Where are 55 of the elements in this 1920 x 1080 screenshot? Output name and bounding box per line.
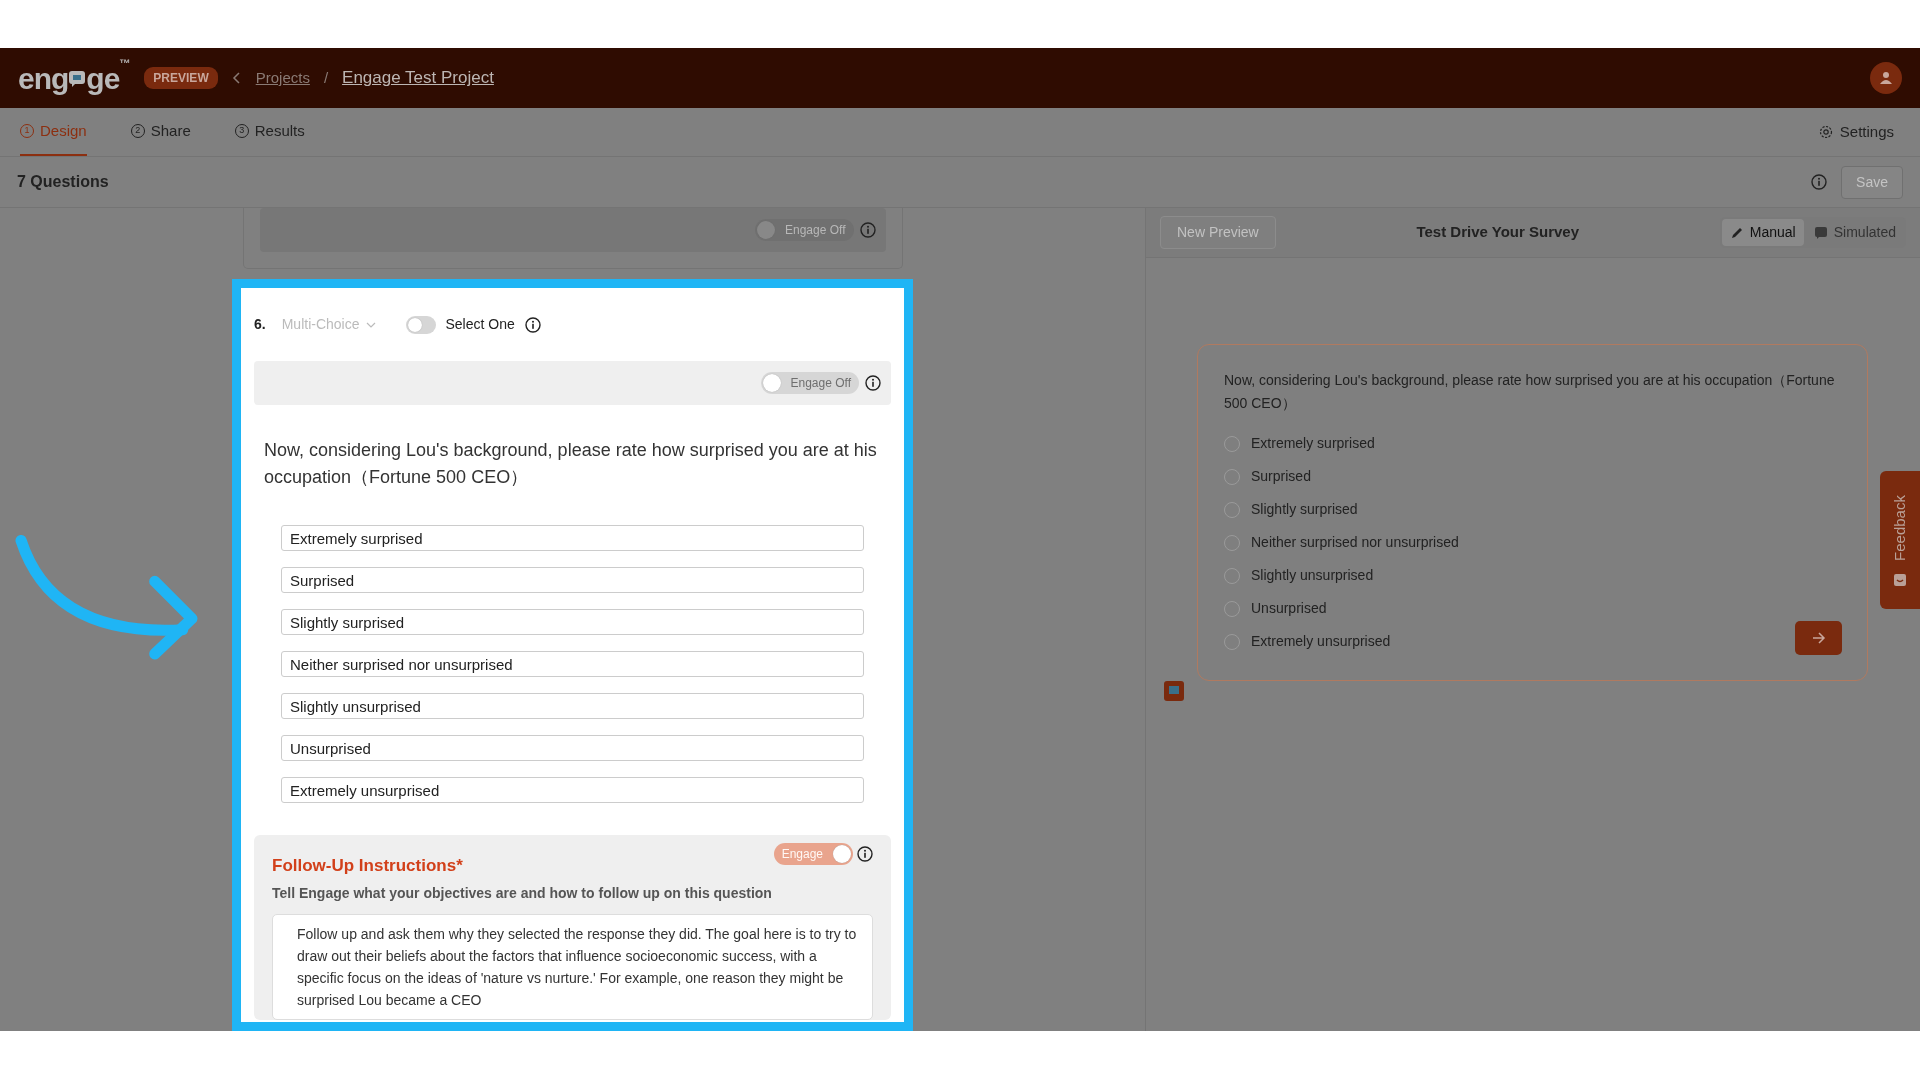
step-tab[interactable]: 1 Design: [20, 108, 87, 156]
option-label: Unsurprised: [1251, 599, 1327, 618]
user-icon: [1879, 71, 1893, 85]
option-label: Slightly surprised: [1251, 500, 1358, 519]
select-one-label: Select One: [445, 315, 515, 335]
arrow-right-icon: [1811, 632, 1826, 644]
question-text: Now, considering Lou's background, please rate how surprised you are at his occupation（Fortune 500 CEO）: [263, 439, 878, 490]
option-label: Neither surprised nor unsurprised: [1251, 533, 1459, 552]
step-tab[interactable]: 2 Share: [130, 108, 191, 156]
chat-bubble-icon: [68, 68, 87, 88]
option-field[interactable]: Neither surprised nor unsurprised: [281, 651, 864, 678]
option-field[interactable]: Extremely unsurprised: [281, 777, 864, 804]
breadcrumb-separator: /: [323, 67, 329, 88]
option-field[interactable]: Slightly unsurprised: [281, 693, 864, 720]
mode-tab[interactable]: Simulated: [1805, 219, 1904, 246]
settings-icon: [1817, 124, 1834, 140]
settings-button[interactable]: Settings: [1811, 108, 1900, 156]
follow-up-subtitle: Tell Engage what your objectives are and how to follow up on this question: [272, 883, 773, 903]
pencil-icon: [1729, 225, 1744, 240]
info-icon[interactable]: [857, 846, 873, 863]
instructions-field[interactable]: Follow up and ask them why they selected the response they did. The goal here is to try to draw out their beliefs about the factors that influence socioeconomic success, with a specific focus on the ideas of 'nature vs nurture.' For example, one reason they might be surprised Lou became a CEO: [272, 913, 873, 1020]
follow-up-title: Follow-Up Instructions*: [272, 855, 463, 878]
select-one-switch[interactable]: [405, 315, 436, 334]
option-label: Extremely surprised: [1251, 434, 1375, 453]
preview-question: Now, considering Lou's background, please rate how surprised you are at his occupation（Fortune 500 CEO）: [1224, 371, 1836, 413]
smile-icon: [1893, 573, 1907, 587]
option-label: Slightly unsurprised: [1251, 566, 1374, 585]
step-tab[interactable]: 3 Results: [234, 108, 305, 156]
option-label: Surprised: [1251, 467, 1311, 486]
logo-text: eng: [18, 60, 69, 97]
option-label: Extremely unsurprised: [1251, 632, 1391, 651]
info-icon[interactable]: [865, 375, 881, 392]
question-count: 7 Questions: [17, 172, 109, 192]
option-field[interactable]: Unsurprised: [281, 735, 864, 762]
engage-toggle[interactable]: Engage Off: [760, 372, 859, 395]
chat-icon[interactable]: [1164, 681, 1184, 701]
question-number: 6.: [254, 315, 266, 335]
back-chevron-icon[interactable]: [231, 71, 242, 85]
preview-badge: PREVIEW: [144, 67, 218, 89]
next-button[interactable]: [1795, 621, 1842, 655]
mode-tab[interactable]: Manual: [1721, 219, 1804, 246]
breadcrumb-link[interactable]: Engage Test Project: [342, 65, 494, 91]
option-field[interactable]: Extremely surprised: [281, 525, 864, 552]
feedback-tab[interactable]: Feedback: [1880, 471, 1920, 609]
option-field[interactable]: Slightly surprised: [281, 609, 864, 636]
info-icon[interactable]: [524, 316, 541, 333]
engage-toggle[interactable]: Engage Off: [755, 219, 854, 241]
preview-title: Test Drive Your Survey: [1415, 222, 1581, 243]
logo-text: ge: [86, 60, 120, 97]
user-avatar[interactable]: [1870, 62, 1902, 94]
trademark-mark: ™: [119, 57, 131, 69]
breadcrumb-link[interactable]: Projects: [255, 66, 310, 90]
chevron-down-icon: [365, 321, 376, 328]
chat-icon: [1813, 225, 1828, 240]
option-field[interactable]: Surprised: [281, 567, 864, 594]
